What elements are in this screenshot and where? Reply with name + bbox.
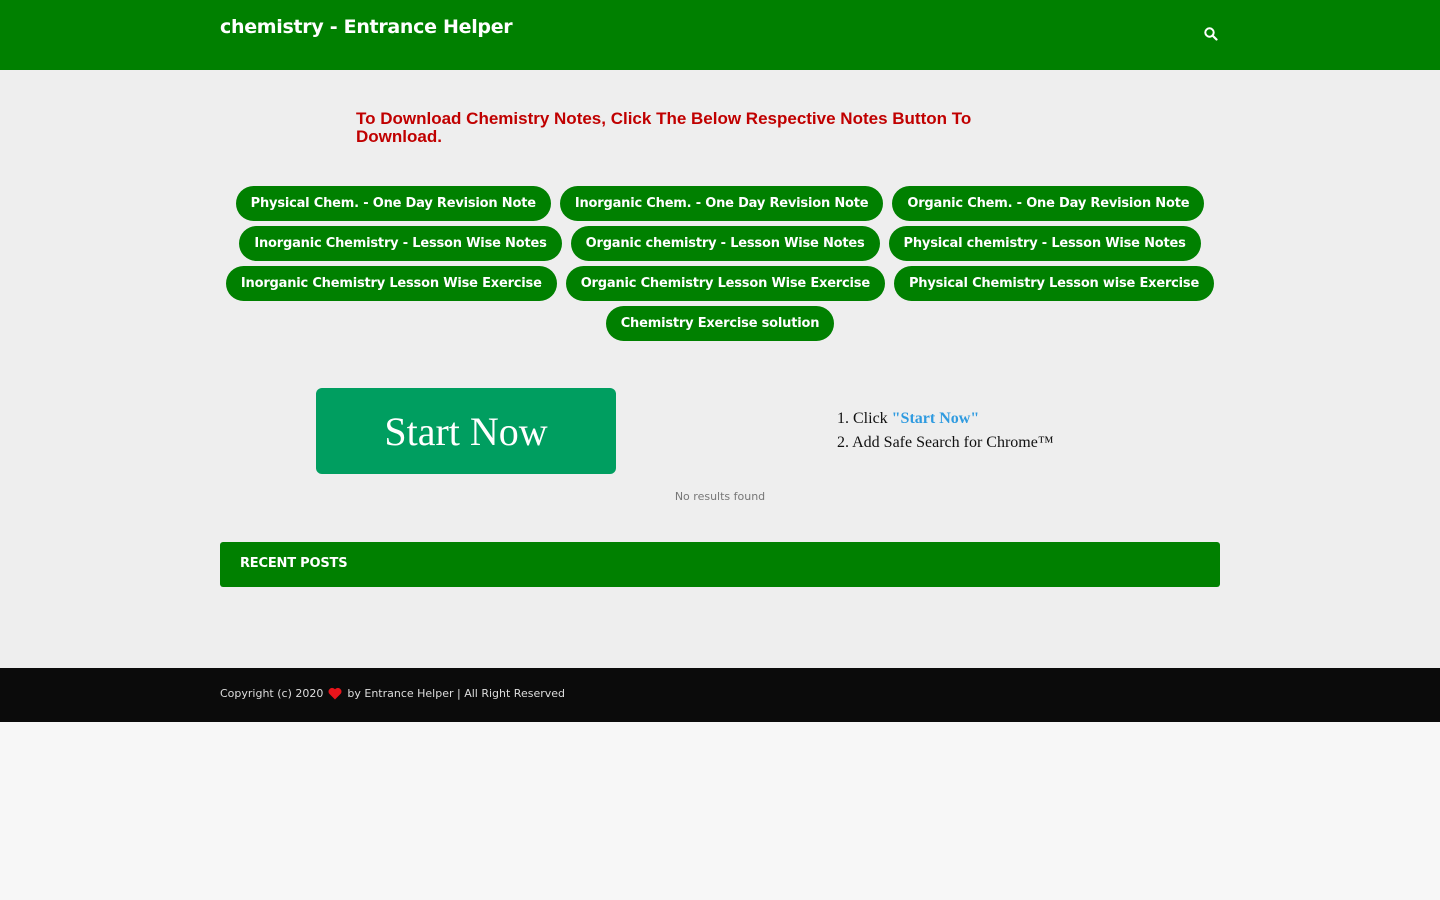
heart-icon	[328, 687, 342, 700]
top-navigation-bar: chemistry - Entrance Helper	[0, 0, 1440, 70]
inorganic-chem-revision-note-button[interactable]: Inorganic Chem. - One Day Revision Note	[559, 186, 884, 221]
search-icon[interactable]	[1204, 26, 1222, 44]
recent-posts-header: RECENT POSTS	[220, 542, 1220, 587]
physical-lesson-notes-button[interactable]: Physical chemistry - Lesson Wise Notes	[888, 226, 1201, 261]
start-now-accent: "Start Now"	[891, 410, 980, 427]
ad-steps: 1. Click "Start Now" 2. Add Safe Search …	[837, 407, 1054, 455]
recent-posts-title: RECENT POSTS	[240, 556, 348, 571]
ad-step-1: 1. Click "Start Now"	[837, 410, 980, 427]
no-results-text: No results found	[674, 490, 766, 503]
download-notice: To Download Chemistry Notes, Click The B…	[356, 109, 972, 146]
physical-chem-revision-note-button[interactable]: Physical Chem. - One Day Revision Note	[235, 186, 551, 221]
start-now-button[interactable]: Start Now	[316, 388, 616, 474]
organic-lesson-exercise-button[interactable]: Organic Chemistry Lesson Wise Exercise	[565, 266, 885, 301]
ad-step-2: 2. Add Safe Search for Chrome™	[837, 434, 1054, 451]
physical-lesson-exercise-button[interactable]: Physical Chemistry Lesson wise Exercise	[893, 266, 1215, 301]
notes-button-row-1: Physical Chem. - One Day Revision Note I…	[0, 186, 1440, 221]
inorganic-lesson-exercise-button[interactable]: Inorganic Chemistry Lesson Wise Exercise	[225, 266, 557, 301]
site-title[interactable]: chemistry - Entrance Helper	[220, 16, 513, 38]
copyright-text: Copyright (c) 2020	[220, 687, 324, 700]
footer-credit[interactable]: by Entrance Helper | All Right Reserved	[347, 687, 565, 700]
notes-button-row-2: Inorganic Chemistry - Lesson Wise Notes …	[0, 226, 1440, 261]
footer-text: Copyright (c) 2020 by Entrance Helper | …	[220, 687, 565, 700]
organic-lesson-notes-button[interactable]: Organic chemistry - Lesson Wise Notes	[570, 226, 880, 261]
inorganic-lesson-notes-button[interactable]: Inorganic Chemistry - Lesson Wise Notes	[239, 226, 562, 261]
notes-button-row-4: Chemistry Exercise solution	[0, 306, 1440, 341]
organic-chem-revision-note-button[interactable]: Organic Chem. - One Day Revision Note	[892, 186, 1205, 221]
footer: Copyright (c) 2020 by Entrance Helper | …	[0, 668, 1440, 722]
notes-button-row-3: Inorganic Chemistry Lesson Wise Exercise…	[0, 266, 1440, 301]
chemistry-exercise-solution-button[interactable]: Chemistry Exercise solution	[605, 306, 835, 341]
